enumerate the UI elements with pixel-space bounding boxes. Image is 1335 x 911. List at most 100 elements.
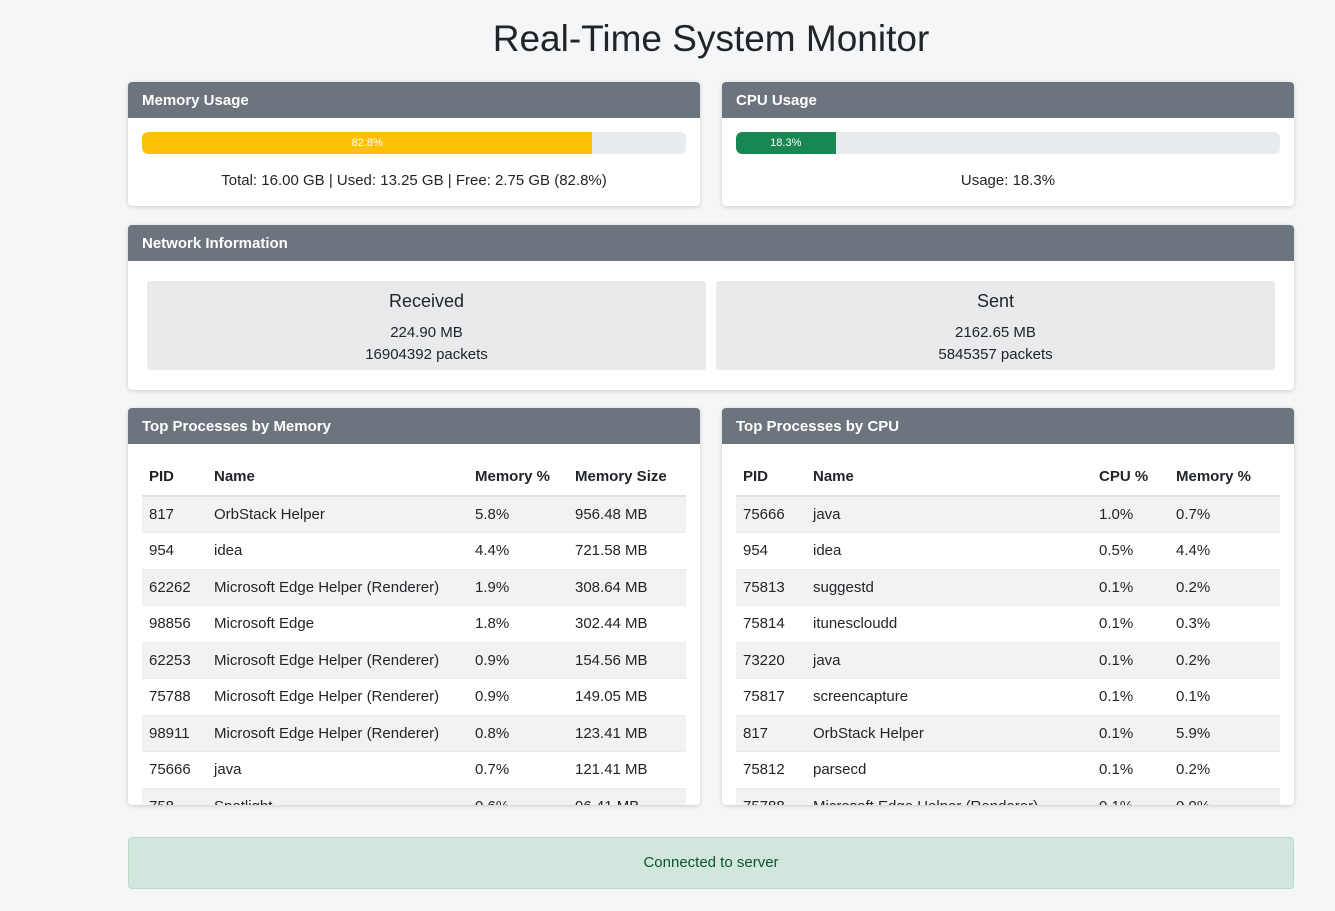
cpu-processes-card: Top Processes by CPU PID Name CPU % Memo… [722, 408, 1294, 805]
network-received-box: Received 224.90 MB 16904392 packets [147, 281, 706, 370]
table-row: 75788 Microsoft Edge Helper (Renderer) 0.9… [142, 678, 686, 716]
memory-process-cell: 0.9% [468, 678, 568, 716]
cpu-process-cell: Microsoft Edge Helper (Renderer) [806, 788, 1092, 805]
memory-process-cell: 0.7% [468, 751, 568, 789]
received-packets: 16904392 packets [365, 346, 488, 363]
cpu-process-cell: java [806, 496, 1092, 533]
cpu-process-cell: 75817 [736, 678, 806, 716]
cpu-process-cell: 75814 [736, 605, 806, 643]
cpu-process-cell: 817 [736, 715, 806, 752]
memory-process-cell: 302.44 MB [568, 605, 686, 643]
table-header-row: PID Name CPU % Memory % [736, 458, 1280, 497]
memory-process-cell: 123.41 MB [568, 715, 686, 752]
table-row: 954 idea 4.4% 721.58 MB [142, 532, 686, 570]
memory-process-cell: java [207, 751, 468, 789]
cpu-process-cell: 0.1% [1092, 751, 1169, 789]
cpu-process-cell: 75666 [736, 496, 806, 533]
cpu-process-cell: 0.3% [1169, 605, 1280, 643]
memory-process-cell: 96.41 MB [568, 788, 686, 805]
column-header-pid: PID [736, 458, 806, 497]
memory-process-cell: 98911 [142, 715, 207, 752]
cpu-processes-scroll[interactable]: PID Name CPU % Memory % 75666 java 1.0% 0.7… [736, 458, 1280, 805]
memory-process-cell: 62253 [142, 642, 207, 679]
cpu-process-cell: 0.2% [1169, 751, 1280, 789]
cpu-processes-header: Top Processes by CPU [722, 408, 1294, 444]
cpu-process-cell: 75788 [736, 788, 806, 805]
cpu-process-cell: 0.1% [1092, 678, 1169, 716]
column-header-name: Name [806, 458, 1092, 497]
memory-process-cell: 954 [142, 532, 207, 570]
cpu-usage-header: CPU Usage [722, 82, 1294, 118]
connection-status: Connected to server [128, 837, 1294, 889]
cpu-process-cell: 954 [736, 532, 806, 570]
table-row: 98856 Microsoft Edge 1.8% 302.44 MB [142, 605, 686, 643]
memory-processes-card: Top Processes by Memory PID Name Memory … [128, 408, 700, 805]
cpu-process-cell: 0.7% [1169, 496, 1280, 533]
memory-process-cell: 75788 [142, 678, 207, 716]
received-size: 224.90 MB [390, 324, 463, 341]
memory-process-cell: Microsoft Edge Helper (Renderer) [207, 678, 468, 716]
received-title: Received [388, 291, 465, 311]
memory-process-cell: 758 [142, 788, 207, 805]
memory-process-cell: idea [207, 532, 468, 570]
page-title: Real-Time System Monitor [492, 18, 930, 59]
table-row: 75817 screencapture 0.1% 0.1% [736, 678, 1280, 716]
memory-processes-header[interactable]: Top Processes by Memory [128, 408, 700, 444]
cpu-process-cell: 0.9% [1169, 788, 1280, 805]
memory-process-cell: 98856 [142, 605, 207, 643]
table-row: 75814 itunescloudd 0.1% 0.3% [736, 605, 1280, 643]
memory-process-cell: 5.8% [468, 496, 568, 533]
cpu-process-cell: 0.1% [1169, 678, 1280, 716]
cpu-process-cell: java [806, 642, 1092, 679]
memory-process-cell: 4.4% [468, 532, 568, 570]
cpu-process-cell: 73220 [736, 642, 806, 679]
cpu-process-cell: OrbStack Helper [806, 715, 1092, 752]
cpu-process-cell: 0.1% [1092, 642, 1169, 679]
table-row: 75666 java 0.7% 121.41 MB [142, 751, 686, 789]
column-header-memory-percent: Memory % [1169, 458, 1280, 497]
memory-process-cell: 0.9% [468, 642, 568, 679]
memory-process-cell: Microsoft Edge Helper (Renderer) [207, 569, 468, 606]
cpu-process-cell: 4.4% [1169, 532, 1280, 570]
memory-progress-bar: 82.8% [142, 132, 593, 154]
memory-processes-scroll[interactable]: PID Name Memory % Memory Size 817 OrbStac… [142, 458, 686, 805]
column-header-memory-percent: Memory % [468, 458, 568, 497]
table-row: 62253 Microsoft Edge Helper (Renderer) 0.9… [142, 642, 686, 679]
table-row: 62262 Microsoft Edge Helper (Renderer) 1.9… [142, 569, 686, 606]
memory-progress: 82.8% [142, 132, 686, 154]
memory-info: Total: 16.00 GB | Used: 13.25 GB | Free:… [221, 172, 607, 189]
cpu-process-cell: suggestd [806, 569, 1092, 606]
memory-process-cell: Microsoft Edge [207, 605, 468, 643]
memory-process-cell: 75666 [142, 751, 207, 789]
network-header: Network Information [128, 225, 1294, 261]
memory-process-cell: 308.64 MB [568, 569, 686, 606]
table-row: 75812 parsecd 0.1% 0.2% [736, 751, 1280, 789]
cpu-process-cell: 0.5% [1092, 532, 1169, 570]
cpu-usage-card: CPU Usage 18.3% Usage: 18.3% [722, 82, 1294, 206]
network-card: Network Information Received 224.90 MB 1… [128, 225, 1294, 390]
cpu-process-cell: screencapture [806, 678, 1092, 716]
cpu-process-cell: itunescloudd [806, 605, 1092, 643]
cpu-info: Usage: 18.3% [960, 172, 1056, 189]
cpu-progress-bar: 18.3% [736, 132, 836, 154]
memory-processes-table: PID Name Memory % Memory Size 817 OrbStac… [142, 458, 686, 805]
sent-packets: 5845357 packets [938, 346, 1053, 363]
column-header-name: Name [207, 458, 468, 497]
memory-process-cell: 0.6% [468, 788, 568, 805]
cpu-process-cell: 0.2% [1169, 569, 1280, 606]
memory-process-cell: Microsoft Edge Helper (Renderer) [207, 715, 468, 752]
cpu-process-cell: parsecd [806, 751, 1092, 789]
memory-usage-card: Memory Usage 82.8% Total: 16.00 GB | Use… [128, 82, 700, 206]
sent-size: 2162.65 MB [955, 324, 1036, 341]
memory-process-cell: 0.8% [468, 715, 568, 752]
memory-process-cell: 721.58 MB [568, 532, 686, 570]
cpu-process-cell: 0.1% [1092, 569, 1169, 606]
cpu-process-cell: 75812 [736, 751, 806, 789]
cpu-process-cell: 1.0% [1092, 496, 1169, 533]
cpu-process-cell: idea [806, 532, 1092, 570]
cpu-processes-table: PID Name CPU % Memory % 75666 java 1.0% 0.7… [736, 458, 1280, 805]
table-row: 73220 java 0.1% 0.2% [736, 642, 1280, 679]
column-header-memory-size: Memory Size [568, 458, 686, 497]
cpu-process-cell: 75813 [736, 569, 806, 606]
memory-process-cell: Spotlight [207, 788, 468, 805]
